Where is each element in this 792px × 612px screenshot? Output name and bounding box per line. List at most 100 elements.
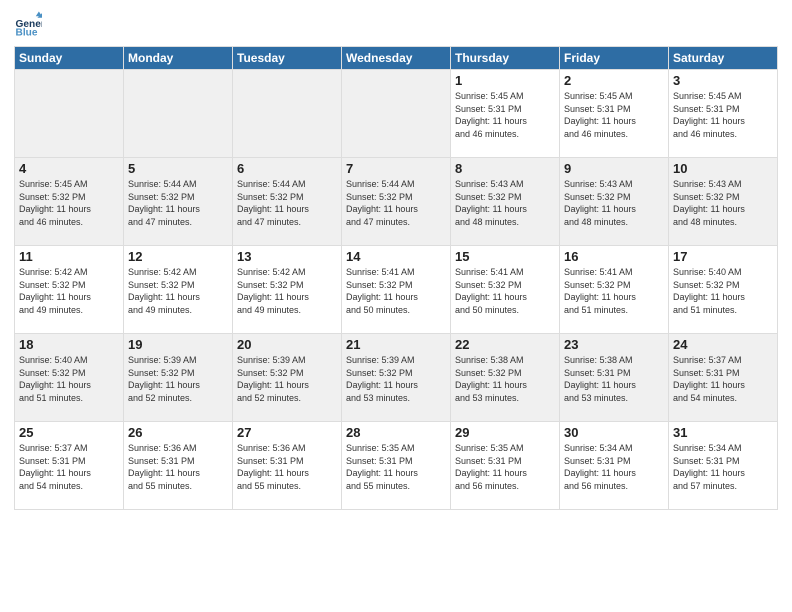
day-header-wednesday: Wednesday (342, 47, 451, 70)
date-number: 24 (673, 337, 773, 352)
date-number: 28 (346, 425, 446, 440)
table-row: 8 Sunrise: 5:43 AM Sunset: 5:32 PM Daylig… (451, 158, 560, 246)
cell-info: Sunrise: 5:36 AM Sunset: 5:31 PM Dayligh… (128, 442, 228, 492)
table-row: 13 Sunrise: 5:42 AM Sunset: 5:32 PM Dayli… (233, 246, 342, 334)
date-number: 10 (673, 161, 773, 176)
date-number: 14 (346, 249, 446, 264)
table-row (342, 70, 451, 158)
cell-info: Sunrise: 5:39 AM Sunset: 5:32 PM Dayligh… (346, 354, 446, 404)
table-row: 7 Sunrise: 5:44 AM Sunset: 5:32 PM Daylig… (342, 158, 451, 246)
date-number: 29 (455, 425, 555, 440)
header: General Blue (14, 10, 778, 38)
cell-info: Sunrise: 5:38 AM Sunset: 5:31 PM Dayligh… (564, 354, 664, 404)
svg-text:Blue: Blue (16, 28, 38, 38)
date-number: 3 (673, 73, 773, 88)
day-header-tuesday: Tuesday (233, 47, 342, 70)
logo: General Blue (14, 10, 48, 38)
day-header-friday: Friday (560, 47, 669, 70)
table-row (233, 70, 342, 158)
table-row: 1Sunrise: 5:45 AM Sunset: 5:31 PM Daylig… (451, 70, 560, 158)
table-row: 2 Sunrise: 5:45 AM Sunset: 5:31 PM Daylig… (560, 70, 669, 158)
table-row: 6Sunrise: 5:44 AM Sunset: 5:32 PM Daylig… (233, 158, 342, 246)
date-number: 1 (455, 73, 555, 88)
week-row-4: 25 Sunrise: 5:37 AM Sunset: 5:31 PM Dayli… (15, 422, 778, 510)
date-number: 21 (346, 337, 446, 352)
cell-info: Sunrise: 5:35 AM Sunset: 5:31 PM Dayligh… (346, 442, 446, 492)
table-row: 22 Sunrise: 5:38 AM Sunset: 5:32 PM Dayli… (451, 334, 560, 422)
table-row: 17 Sunrise: 5:40 AM Sunset: 5:32 PM Dayli… (669, 246, 778, 334)
cell-info: Sunrise: 5:43 AM Sunset: 5:32 PM Dayligh… (455, 178, 555, 228)
calendar-container: General Blue SundayMondayTuesdayWednesda… (0, 0, 792, 612)
date-number: 5 (128, 161, 228, 176)
cell-info: Sunrise: 5:34 AM Sunset: 5:31 PM Dayligh… (564, 442, 664, 492)
date-number: 8 (455, 161, 555, 176)
cell-info: Sunrise: 5:39 AM Sunset: 5:32 PM Dayligh… (128, 354, 228, 404)
table-row: 31 Sunrise: 5:34 AM Sunset: 5:31 PM Dayli… (669, 422, 778, 510)
date-number: 23 (564, 337, 664, 352)
table-row: 18Sunrise: 5:40 AM Sunset: 5:32 PM Dayli… (15, 334, 124, 422)
week-row-1: 4 Sunrise: 5:45 AM Sunset: 5:32 PM Daylig… (15, 158, 778, 246)
table-row: 26Sunrise: 5:36 AM Sunset: 5:31 PM Dayli… (124, 422, 233, 510)
table-row (124, 70, 233, 158)
day-header-saturday: Saturday (669, 47, 778, 70)
cell-info: Sunrise: 5:43 AM Sunset: 5:32 PM Dayligh… (564, 178, 664, 228)
table-row: 12 Sunrise: 5:42 AM Sunset: 5:32 PM Dayli… (124, 246, 233, 334)
cell-info: Sunrise: 5:44 AM Sunset: 5:32 PM Dayligh… (128, 178, 228, 228)
table-row: 11 Sunrise: 5:42 AM Sunset: 5:32 PM Dayli… (15, 246, 124, 334)
cell-info: Sunrise: 5:44 AM Sunset: 5:32 PM Dayligh… (237, 178, 337, 228)
cell-info: Sunrise: 5:42 AM Sunset: 5:32 PM Dayligh… (19, 266, 119, 316)
date-number: 15 (455, 249, 555, 264)
cell-info: Sunrise: 5:42 AM Sunset: 5:32 PM Dayligh… (237, 266, 337, 316)
table-row: 3 Sunrise: 5:45 AM Sunset: 5:31 PM Daylig… (669, 70, 778, 158)
table-row (15, 70, 124, 158)
date-number: 17 (673, 249, 773, 264)
table-row: 21 Sunrise: 5:39 AM Sunset: 5:32 PM Dayli… (342, 334, 451, 422)
cell-info: Sunrise: 5:34 AM Sunset: 5:31 PM Dayligh… (673, 442, 773, 492)
cell-info: Sunrise: 5:41 AM Sunset: 5:32 PM Dayligh… (455, 266, 555, 316)
date-number: 4 (19, 161, 119, 176)
table-row: 23 Sunrise: 5:38 AM Sunset: 5:31 PM Dayli… (560, 334, 669, 422)
table-row: 19 Sunrise: 5:39 AM Sunset: 5:32 PM Dayli… (124, 334, 233, 422)
week-row-3: 18Sunrise: 5:40 AM Sunset: 5:32 PM Dayli… (15, 334, 778, 422)
week-row-0: 1 Sunrise: 5:45 AM Sunset: 5:31 PM Daylig… (15, 70, 778, 158)
date-number: 20 (237, 337, 337, 352)
cell-info: Sunrise: 5:42 AM Sunset: 5:32 PM Dayligh… (128, 266, 228, 316)
day-header-monday: Monday (124, 47, 233, 70)
logo-icon: General Blue (14, 10, 42, 38)
cell-info: Sunrise: 5:43 AM Sunset: 5:32 PM Dayligh… (673, 178, 773, 228)
table-row: 9 Sunrise: 5:43 AM Sunset: 5:32 PM Daylig… (560, 158, 669, 246)
table-row: 10 Sunrise: 5:43 AM Sunset: 5:32 PM Dayli… (669, 158, 778, 246)
date-number: 11 (19, 249, 119, 264)
date-number: 25 (19, 425, 119, 440)
table-row: 16 Sunrise: 5:41 AM Sunset: 5:32 PM Dayli… (560, 246, 669, 334)
table-row: 25 Sunrise: 5:37 AM Sunset: 5:31 PM Dayli… (15, 422, 124, 510)
cell-info: Sunrise: 5:44 AM Sunset: 5:32 PM Dayligh… (346, 178, 446, 228)
cell-info: Sunrise: 5:37 AM Sunset: 5:31 PM Dayligh… (19, 442, 119, 492)
cell-info: Sunrise: 5:41 AM Sunset: 5:32 PM Dayligh… (564, 266, 664, 316)
table-row: 27Sunrise: 5:36 AM Sunset: 5:31 PM Dayli… (233, 422, 342, 510)
date-number: 13 (237, 249, 337, 264)
cell-info: Sunrise: 5:38 AM Sunset: 5:32 PM Dayligh… (455, 354, 555, 404)
cell-info: Sunrise: 5:45 AM Sunset: 5:31 PM Dayligh… (564, 90, 664, 140)
date-number: 22 (455, 337, 555, 352)
cell-info: Sunrise: 5:45 AM Sunset: 5:32 PM Dayligh… (19, 178, 119, 228)
date-number: 19 (128, 337, 228, 352)
date-number: 31 (673, 425, 773, 440)
cell-info: Sunrise: 5:39 AM Sunset: 5:32 PM Dayligh… (237, 354, 337, 404)
date-number: 30 (564, 425, 664, 440)
cell-info: Sunrise: 5:45 AM Sunset: 5:31 PM Dayligh… (673, 90, 773, 140)
calendar-header: SundayMondayTuesdayWednesdayThursdayFrid… (15, 47, 778, 70)
date-number: 16 (564, 249, 664, 264)
date-number: 7 (346, 161, 446, 176)
date-number: 2 (564, 73, 664, 88)
date-number: 9 (564, 161, 664, 176)
table-row: 30 Sunrise: 5:34 AM Sunset: 5:31 PM Dayli… (560, 422, 669, 510)
day-header-thursday: Thursday (451, 47, 560, 70)
cell-info: Sunrise: 5:35 AM Sunset: 5:31 PM Dayligh… (455, 442, 555, 492)
table-row: 29 Sunrise: 5:35 AM Sunset: 5:31 PM Dayli… (451, 422, 560, 510)
date-number: 12 (128, 249, 228, 264)
table-row: 14 Sunrise: 5:41 AM Sunset: 5:32 PM Dayli… (342, 246, 451, 334)
date-number: 18 (19, 337, 119, 352)
cell-info: Sunrise: 5:40 AM Sunset: 5:32 PM Dayligh… (673, 266, 773, 316)
cell-info: Sunrise: 5:41 AM Sunset: 5:32 PM Dayligh… (346, 266, 446, 316)
